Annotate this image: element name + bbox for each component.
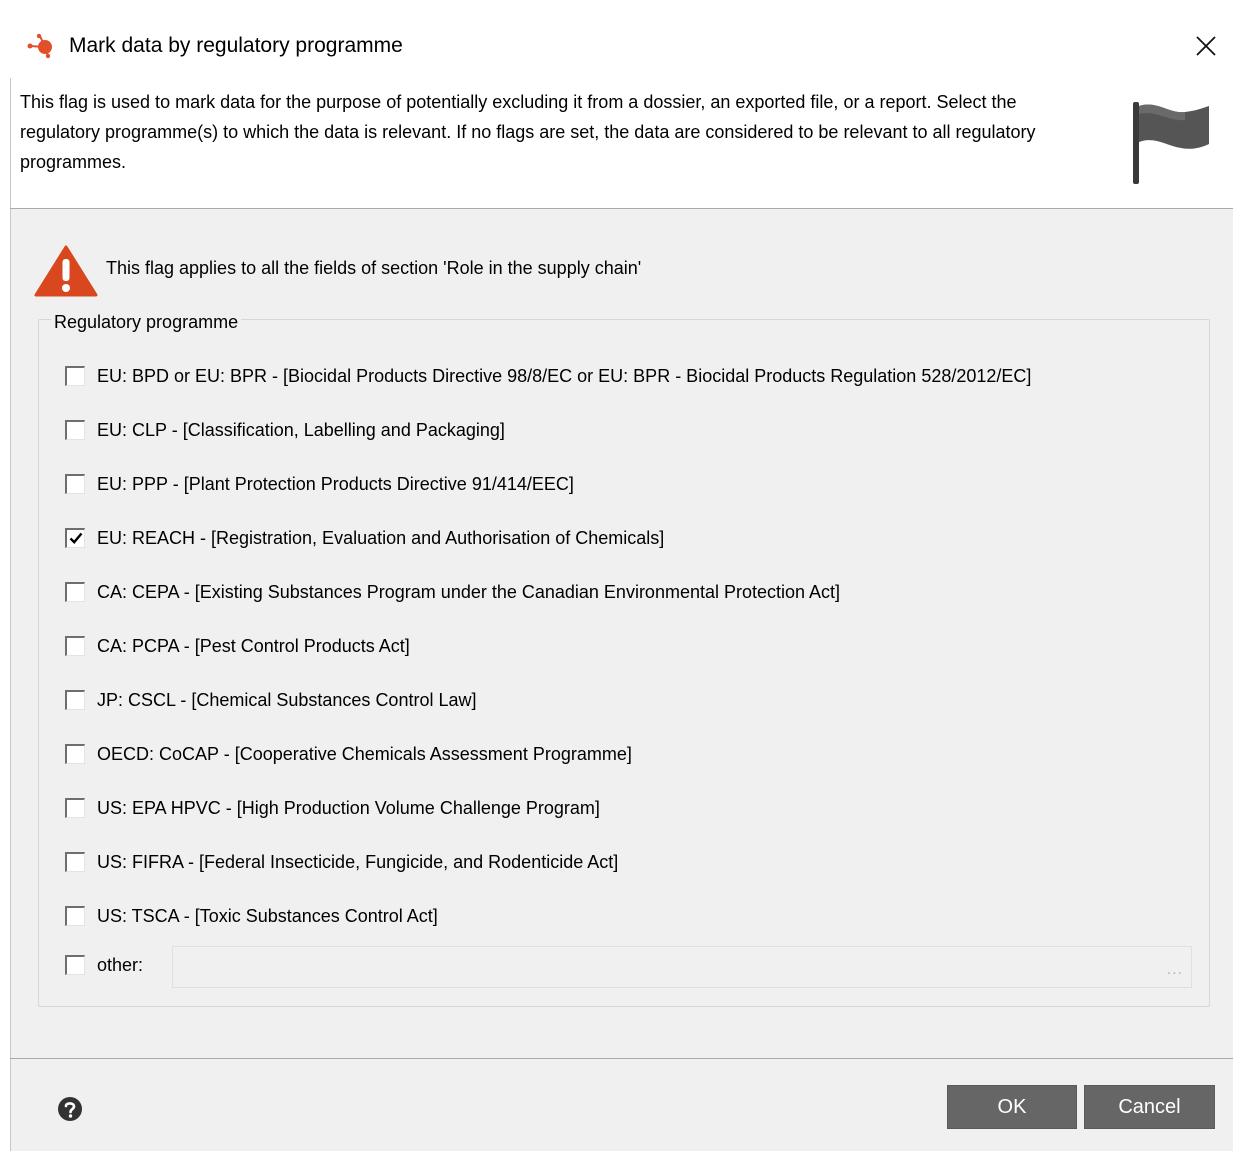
checkbox-box[interactable] xyxy=(65,366,85,386)
checkbox-programme[interactable]: US: TSCA - [Toxic Substances Control Act… xyxy=(65,901,438,931)
app-logo-icon xyxy=(27,33,52,59)
checkbox-programme[interactable]: EU: CLP - [Classification, Labelling and… xyxy=(65,415,505,445)
title-bar: Mark data by regulatory programme xyxy=(0,0,1233,78)
other-text-field[interactable]: ... xyxy=(172,946,1192,988)
checkbox-programme[interactable]: US: EPA HPVC - [High Production Volume C… xyxy=(65,793,600,823)
regulatory-programme-group: Regulatory programme EU: BPD or EU: BPR … xyxy=(38,312,1210,1007)
checkbox-label: EU: PPP - [Plant Protection Products Dir… xyxy=(97,473,574,494)
checkbox-box[interactable] xyxy=(65,906,85,926)
checkbox-label: EU: CLP - [Classification, Labelling and… xyxy=(97,419,505,440)
dialog-body: This flag applies to all the fields of s… xyxy=(10,209,1233,1058)
checkbox-programme[interactable]: CA: PCPA - [Pest Control Products Act] xyxy=(65,631,410,661)
checkbox-box[interactable] xyxy=(65,420,85,440)
checkbox-label: US: EPA HPVC - [High Production Volume C… xyxy=(97,797,600,818)
checkbox-box[interactable] xyxy=(65,582,85,602)
checkbox-label: US: TSCA - [Toxic Substances Control Act… xyxy=(97,905,438,926)
checkbox-box[interactable] xyxy=(65,474,85,494)
ellipsis-button[interactable]: ... xyxy=(1167,961,1183,979)
flag-icon xyxy=(1133,102,1209,184)
checkbox-label: OECD: CoCAP - [Cooperative Chemicals Ass… xyxy=(97,743,632,764)
other-input[interactable] xyxy=(173,947,1153,987)
warning-icon xyxy=(34,245,98,297)
dialog-footer: OK Cancel xyxy=(10,1059,1233,1151)
close-icon xyxy=(1196,36,1216,56)
checkbox-programme[interactable]: CA: CEPA - [Existing Substances Program … xyxy=(65,577,840,607)
dialog-title: Mark data by regulatory programme xyxy=(69,34,403,57)
warning-message: This flag applies to all the fields of s… xyxy=(106,258,642,278)
close-button[interactable] xyxy=(1188,28,1224,64)
checkbox-label: EU: BPD or EU: BPR - [Biocidal Products … xyxy=(97,365,1032,386)
checkbox-programme[interactable]: EU: BPD or EU: BPR - [Biocidal Products … xyxy=(65,361,1031,391)
checkbox-box[interactable] xyxy=(65,636,85,656)
checkbox-programme[interactable]: JP: CSCL - [Chemical Substances Control … xyxy=(65,685,477,715)
checkmark-icon xyxy=(69,532,83,544)
checkbox-programme[interactable]: EU: PPP - [Plant Protection Products Dir… xyxy=(65,469,574,499)
checkbox-box[interactable] xyxy=(65,690,85,710)
checkbox-label: CA: CEPA - [Existing Substances Program … xyxy=(97,581,841,602)
help-icon[interactable] xyxy=(57,1096,83,1122)
group-title: Regulatory programme xyxy=(51,312,242,333)
checkbox-programme[interactable]: OECD: CoCAP - [Cooperative Chemicals Ass… xyxy=(65,739,632,769)
checkbox-label-other: other: xyxy=(97,954,144,975)
checkbox-box[interactable] xyxy=(65,955,85,975)
checkbox-box[interactable] xyxy=(65,798,85,818)
checkbox-box[interactable] xyxy=(65,852,85,872)
cancel-button[interactable]: Cancel xyxy=(1084,1085,1215,1129)
checkbox-label: JP: CSCL - [Chemical Substances Control … xyxy=(97,689,477,710)
ok-button[interactable]: OK xyxy=(947,1085,1077,1129)
dialog-header: This flag is used to mark data for the p… xyxy=(10,78,1233,208)
checkbox-programme[interactable]: EU: REACH - [Registration, Evaluation an… xyxy=(65,523,664,553)
checkbox-other[interactable]: other: xyxy=(65,950,143,980)
checkbox-label: EU: REACH - [Registration, Evaluation an… xyxy=(97,527,665,548)
checkbox-box[interactable] xyxy=(65,528,85,548)
checkbox-box[interactable] xyxy=(65,744,85,764)
checkbox-label: CA: PCPA - [Pest Control Products Act] xyxy=(97,635,410,656)
checkbox-label: US: FIFRA - [Federal Insecticide, Fungic… xyxy=(97,851,619,872)
checkbox-programme[interactable]: US: FIFRA - [Federal Insecticide, Fungic… xyxy=(65,847,618,877)
dialog-description: This flag is used to mark data for the p… xyxy=(20,92,1036,172)
